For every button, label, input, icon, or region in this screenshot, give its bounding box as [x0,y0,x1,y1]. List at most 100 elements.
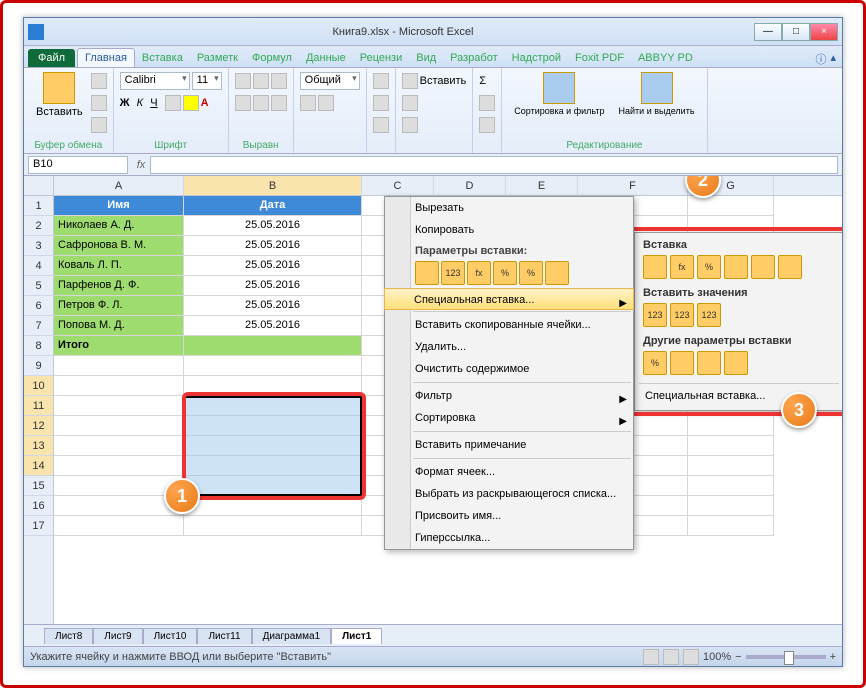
tab-foxit[interactable]: Foxit PDF [568,49,631,67]
cell[interactable]: Сафронова В. М. [54,236,184,256]
ctx-copy[interactable]: Копировать [385,219,633,241]
align-bottom-icon[interactable] [271,73,287,89]
row-header[interactable]: 2 [24,216,53,236]
paste-button[interactable]: Вставить [30,70,89,136]
view-layout-icon[interactable] [663,649,679,665]
ctx-filter[interactable]: Фильтр▶ [385,385,633,407]
row-header[interactable]: 6 [24,296,53,316]
row-header[interactable]: 5 [24,276,53,296]
cell[interactable]: 25.05.2016 [184,236,362,256]
ctx-insert-copied[interactable]: Вставить скопированные ячейки... [385,314,633,336]
submenu-paste-icon[interactable]: fx [670,255,694,279]
ctx-define-name[interactable]: Присвоить имя... [385,505,633,527]
submenu-other-icon[interactable] [670,351,694,375]
zoom-out-button[interactable]: − [735,651,741,663]
formula-input[interactable] [150,156,838,174]
zoom-level[interactable]: 100% [703,651,731,663]
ctx-format-cells[interactable]: Формат ячеек... [385,461,633,483]
italic-button[interactable]: К [137,97,143,109]
close-button[interactable]: × [810,23,838,41]
ctx-sort[interactable]: Сортировка▶ [385,407,633,429]
ctx-cut[interactable]: Вырезать [385,197,633,219]
row-header[interactable]: 12 [24,416,53,436]
minimize-button[interactable]: — [754,23,782,41]
font-family-combo[interactable]: Calibri [120,72,190,90]
align-center-icon[interactable] [253,95,269,111]
ctx-delete[interactable]: Удалить... [385,336,633,358]
tab-layout[interactable]: Разметк [190,49,245,67]
cell[interactable]: Николаев А. Д. [54,216,184,236]
paste-option-icon[interactable] [415,261,439,285]
total-cell[interactable]: Итого [54,336,184,356]
select-all-corner[interactable] [24,176,54,196]
cell[interactable]: 25.05.2016 [184,256,362,276]
cut-icon[interactable] [91,73,107,89]
row-header[interactable]: 1 [24,196,53,216]
row-header[interactable]: 3 [24,236,53,256]
row-header[interactable]: 10 [24,376,53,396]
submenu-other-icon[interactable]: % [643,351,667,375]
cell[interactable]: 25.05.2016 [184,216,362,236]
row-header[interactable]: 14 [24,456,53,476]
percent-icon[interactable] [318,95,334,111]
tab-developer[interactable]: Разработ [443,49,504,67]
row-header[interactable]: 15 [24,476,53,496]
submenu-other-icon[interactable] [724,351,748,375]
row-header[interactable]: 7 [24,316,53,336]
format-painter-icon[interactable] [91,117,107,133]
col-header-e[interactable]: E [506,176,578,195]
underline-button[interactable]: Ч [150,97,157,109]
tab-view[interactable]: Вид [409,49,443,67]
row-header[interactable]: 8 [24,336,53,356]
col-header-c[interactable]: C [362,176,434,195]
row-header[interactable]: 16 [24,496,53,516]
sheet-tab-active[interactable]: Лист1 [331,628,382,644]
submenu-paste-icon[interactable]: % [697,255,721,279]
tab-data[interactable]: Данные [299,49,353,67]
cell[interactable]: Петров Ф. Л. [54,296,184,316]
align-right-icon[interactable] [271,95,287,111]
header-name[interactable]: Имя [54,196,184,216]
align-middle-icon[interactable] [253,73,269,89]
submenu-paste-icon[interactable] [778,255,802,279]
clear-icon[interactable] [479,117,495,133]
currency-icon[interactable] [300,95,316,111]
paste-option-icon[interactable]: fx [467,261,491,285]
cell[interactable]: 25.05.2016 [184,276,362,296]
col-header-d[interactable]: D [434,176,506,195]
header-date[interactable]: Дата [184,196,362,216]
zoom-in-button[interactable]: + [830,651,836,663]
col-header-f[interactable]: F [578,176,688,195]
sort-filter-button[interactable]: Сортировка и фильтр [508,70,610,118]
submenu-paste-icon[interactable] [643,255,667,279]
sheet-tab[interactable]: Лист11 [197,628,251,644]
sheet-tab[interactable]: Лист8 [44,628,93,644]
row-header[interactable]: 9 [24,356,53,376]
zoom-slider[interactable] [746,655,826,659]
copy-icon[interactable] [91,95,107,111]
submenu-values-icon[interactable]: 123 [643,303,667,327]
fx-icon[interactable]: fx [132,159,150,171]
align-top-icon[interactable] [235,73,251,89]
ribbon-minimize-icon[interactable]: ▴ [830,51,836,67]
row-header[interactable]: 11 [24,396,53,416]
row-header[interactable]: 17 [24,516,53,536]
tab-insert[interactable]: Вставка [135,49,190,67]
col-header-a[interactable]: A [54,176,184,195]
row-header[interactable]: 13 [24,436,53,456]
view-break-icon[interactable] [683,649,699,665]
align-left-icon[interactable] [235,95,251,111]
sheet-tab[interactable]: Диаграмма1 [252,628,332,644]
cell[interactable]: 25.05.2016 [184,316,362,336]
insert-cells-icon[interactable] [402,73,418,89]
fill-color-button[interactable] [183,95,199,111]
ctx-dropdown-list[interactable]: Выбрать из раскрывающегося списка... [385,483,633,505]
find-select-button[interactable]: Найти и выделить [613,70,701,118]
delete-cells-icon[interactable] [402,95,418,111]
cell[interactable]: Попова М. Д. [54,316,184,336]
paste-option-icon[interactable]: % [519,261,543,285]
maximize-button[interactable]: □ [782,23,810,41]
col-header-b[interactable]: B [184,176,362,195]
ctx-hyperlink[interactable]: Гиперссылка... [385,527,633,549]
tab-formulas[interactable]: Формул [245,49,299,67]
